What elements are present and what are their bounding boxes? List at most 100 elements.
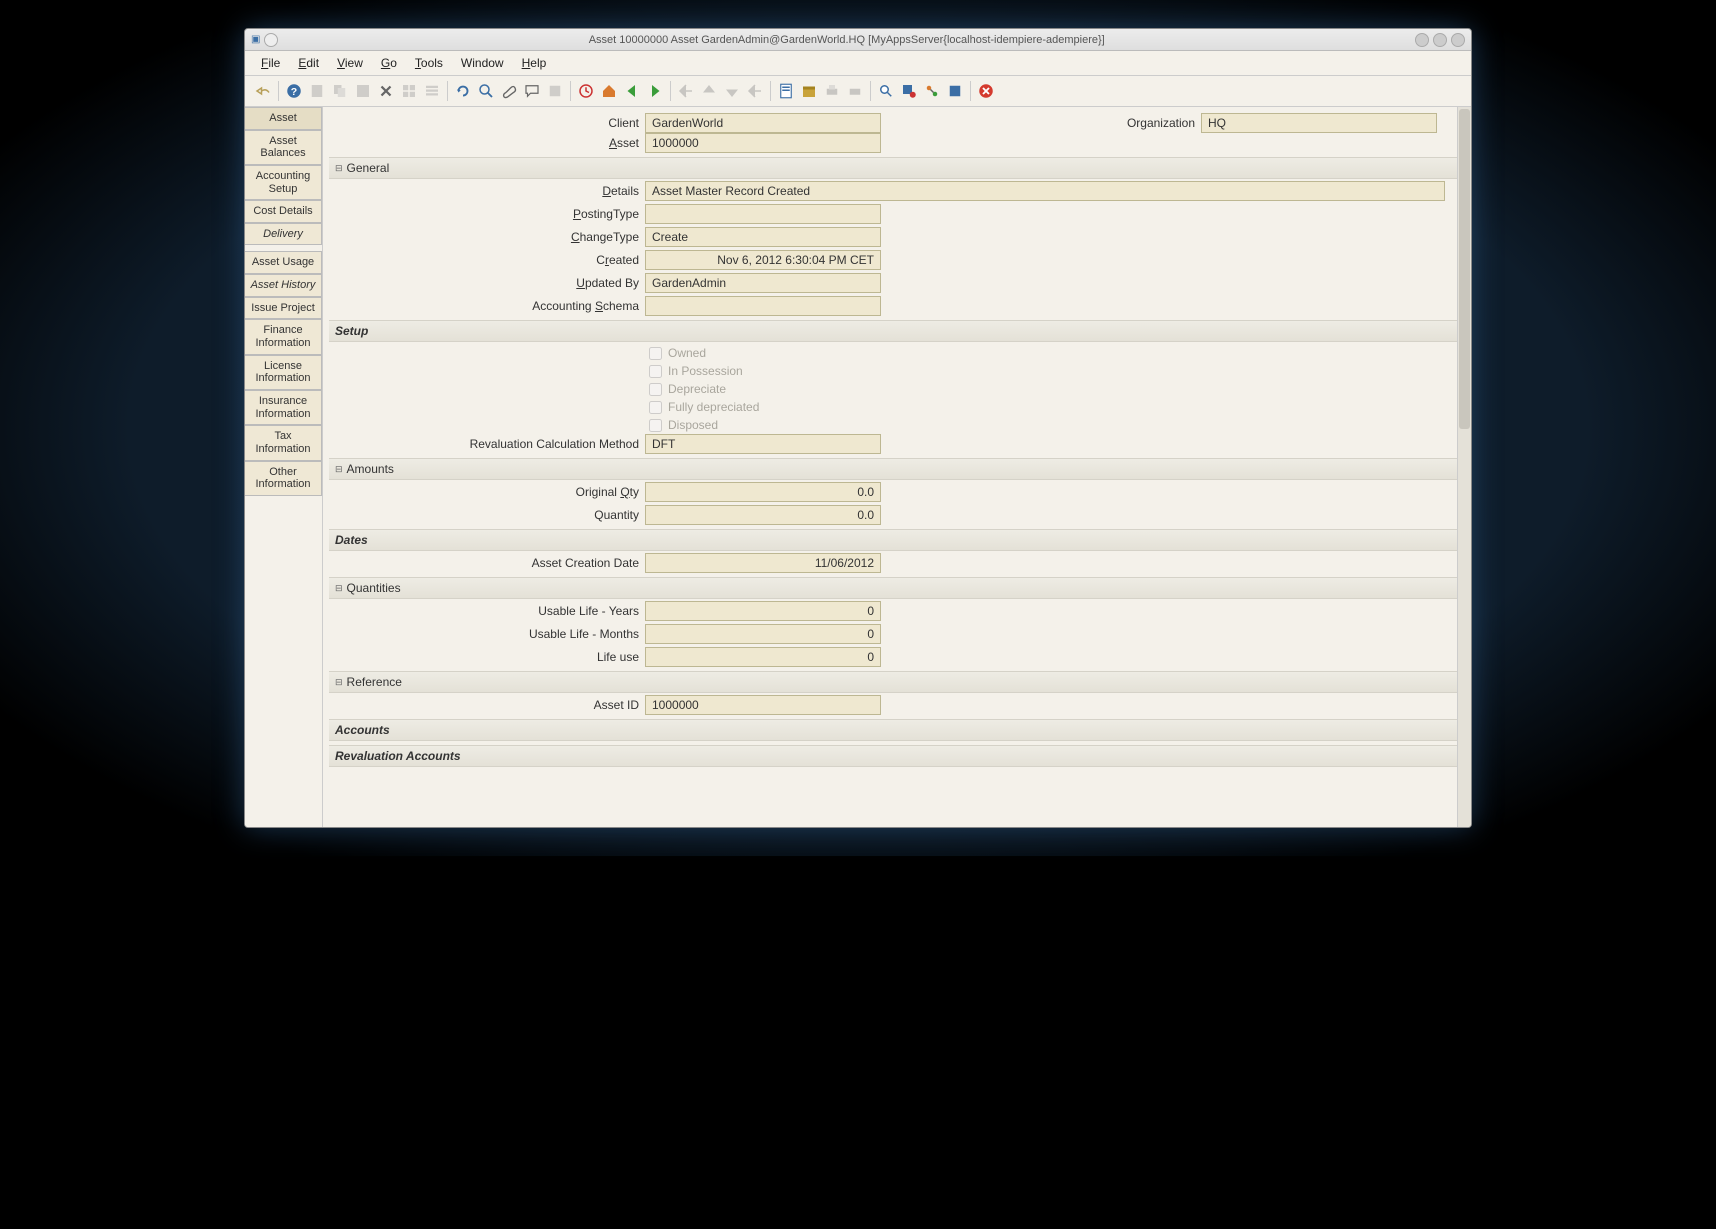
postingtype-field[interactable] [645, 204, 881, 224]
section-amounts-label: Amounts [347, 462, 394, 476]
depreciate-checkbox[interactable]: Depreciate [329, 380, 1461, 398]
sidebar-tab-finance-info[interactable]: Finance Information [245, 319, 322, 354]
home-icon[interactable] [599, 81, 619, 101]
menu-help[interactable]: Help [514, 54, 555, 72]
sidebar-tab-asset-balances[interactable]: Asset Balances [245, 130, 322, 165]
details-label: Details [329, 184, 639, 198]
sidebar-tab-accounting-setup[interactable]: Accounting Setup [245, 165, 322, 200]
refresh-icon[interactable] [453, 81, 473, 101]
updatedby-field[interactable]: GardenAdmin [645, 273, 881, 293]
creationdate-label: Asset Creation Date [329, 556, 639, 570]
forward-icon[interactable] [645, 81, 665, 101]
up-icon[interactable] [699, 81, 719, 101]
collapse-icon[interactable]: ⊟ [335, 583, 343, 594]
history-icon[interactable] [576, 81, 596, 101]
disposed-checkbox[interactable]: Disposed [329, 416, 1461, 434]
grid-icon[interactable] [399, 81, 419, 101]
usablelife-years-field[interactable]: 0 [645, 601, 881, 621]
sidebar-tab-delivery[interactable]: Delivery [245, 223, 322, 246]
revalmethod-label: Revaluation Calculation Method [329, 437, 639, 451]
sidebar-tab-asset-history[interactable]: Asset History [245, 274, 322, 297]
first-icon[interactable] [676, 81, 696, 101]
section-quantities[interactable]: ⊟Quantities [329, 577, 1461, 599]
new-icon[interactable] [307, 81, 327, 101]
created-label: Created [329, 253, 639, 267]
print-icon[interactable] [822, 81, 842, 101]
fullydepr-checkbox[interactable]: Fully depreciated [329, 398, 1461, 416]
assetid-field[interactable]: 1000000 [645, 695, 881, 715]
organization-field[interactable]: HQ [1201, 113, 1437, 133]
inpossession-checkbox[interactable]: In Possession [329, 362, 1461, 380]
revalmethod-field[interactable]: DFT [645, 434, 881, 454]
usablelife-months-field[interactable]: 0 [645, 624, 881, 644]
sidebar: Asset Asset Balances Accounting Setup Co… [245, 107, 323, 827]
client-field[interactable]: GardenWorld [645, 113, 881, 133]
print2-icon[interactable] [845, 81, 865, 101]
quantity-label: Quantity [329, 508, 639, 522]
minimize-button[interactable] [1415, 33, 1429, 47]
lifeuse-field[interactable]: 0 [645, 647, 881, 667]
list-icon[interactable] [422, 81, 442, 101]
search-icon[interactable] [476, 81, 496, 101]
help-icon[interactable]: ? [284, 81, 304, 101]
assetid-label: Asset ID [329, 698, 639, 712]
sidebar-tab-tax-info[interactable]: Tax Information [245, 425, 322, 460]
sidebar-tab-asset-usage[interactable]: Asset Usage [245, 251, 322, 274]
section-general[interactable]: ⊟General [329, 157, 1461, 179]
section-reference-label: Reference [347, 675, 402, 689]
created-field[interactable]: Nov 6, 2012 6:30:04 PM CET [645, 250, 881, 270]
back-icon[interactable] [622, 81, 642, 101]
archive-icon[interactable] [799, 81, 819, 101]
updatedby-label: Updated By [329, 276, 639, 290]
creationdate-field[interactable]: 11/06/2012 [645, 553, 881, 573]
sidebar-tab-cost-details[interactable]: Cost Details [245, 200, 322, 223]
menu-window[interactable]: Window [453, 54, 512, 72]
quantity-field[interactable]: 0.0 [645, 505, 881, 525]
exit-icon[interactable] [976, 81, 996, 101]
menu-tools[interactable]: Tools [407, 54, 451, 72]
asset-field[interactable]: 1000000 [645, 133, 881, 153]
multi-icon[interactable] [545, 81, 565, 101]
inpossession-label: In Possession [668, 364, 743, 378]
collapse-icon[interactable]: ⊟ [335, 163, 343, 174]
zoom-icon[interactable] [876, 81, 896, 101]
section-amounts[interactable]: ⊟ Amounts [329, 458, 1461, 480]
menu-go[interactable]: Go [373, 54, 405, 72]
app-window: ▣ Asset 10000000 Asset GardenAdmin@Garde… [244, 28, 1472, 828]
sidebar-tab-license-info[interactable]: License Information [245, 355, 322, 390]
chat-icon[interactable] [522, 81, 542, 101]
collapse-icon[interactable]: ⊟ [335, 464, 343, 475]
scrollbar[interactable] [1457, 107, 1471, 827]
request-icon[interactable] [899, 81, 919, 101]
sidebar-tab-asset[interactable]: Asset [245, 107, 322, 130]
details-field[interactable]: Asset Master Record Created [645, 181, 1445, 201]
scrollbar-thumb[interactable] [1459, 109, 1470, 429]
section-dates: Dates [329, 529, 1461, 551]
close-button[interactable] [1451, 33, 1465, 47]
maximize-button[interactable] [1433, 33, 1447, 47]
menu-file[interactable]: File [253, 54, 288, 72]
copy-icon[interactable] [330, 81, 350, 101]
undo-icon[interactable] [253, 81, 273, 101]
owned-checkbox[interactable]: Owned [329, 344, 1461, 362]
menu-view[interactable]: View [329, 54, 371, 72]
down-icon[interactable] [722, 81, 742, 101]
sidebar-tab-issue-project[interactable]: Issue Project [245, 297, 322, 320]
collapse-icon[interactable]: ⊟ [335, 677, 343, 688]
menu-edit[interactable]: Edit [290, 54, 327, 72]
acctschema-field[interactable] [645, 296, 881, 316]
attachment-icon[interactable] [499, 81, 519, 101]
sidebar-tab-other-info[interactable]: Other Information [245, 461, 322, 496]
workflow-icon[interactable] [922, 81, 942, 101]
changetype-field[interactable]: Create [645, 227, 881, 247]
report-icon[interactable] [776, 81, 796, 101]
last-icon[interactable] [745, 81, 765, 101]
toolbar: ? [245, 76, 1471, 107]
window-title: Asset 10000000 Asset GardenAdmin@GardenW… [278, 34, 1415, 46]
origqty-field[interactable]: 0.0 [645, 482, 881, 502]
sidebar-tab-insurance-info[interactable]: Insurance Information [245, 390, 322, 425]
section-reference[interactable]: ⊟ Reference [329, 671, 1461, 693]
delete-icon[interactable] [376, 81, 396, 101]
product-icon[interactable] [945, 81, 965, 101]
save-icon[interactable] [353, 81, 373, 101]
